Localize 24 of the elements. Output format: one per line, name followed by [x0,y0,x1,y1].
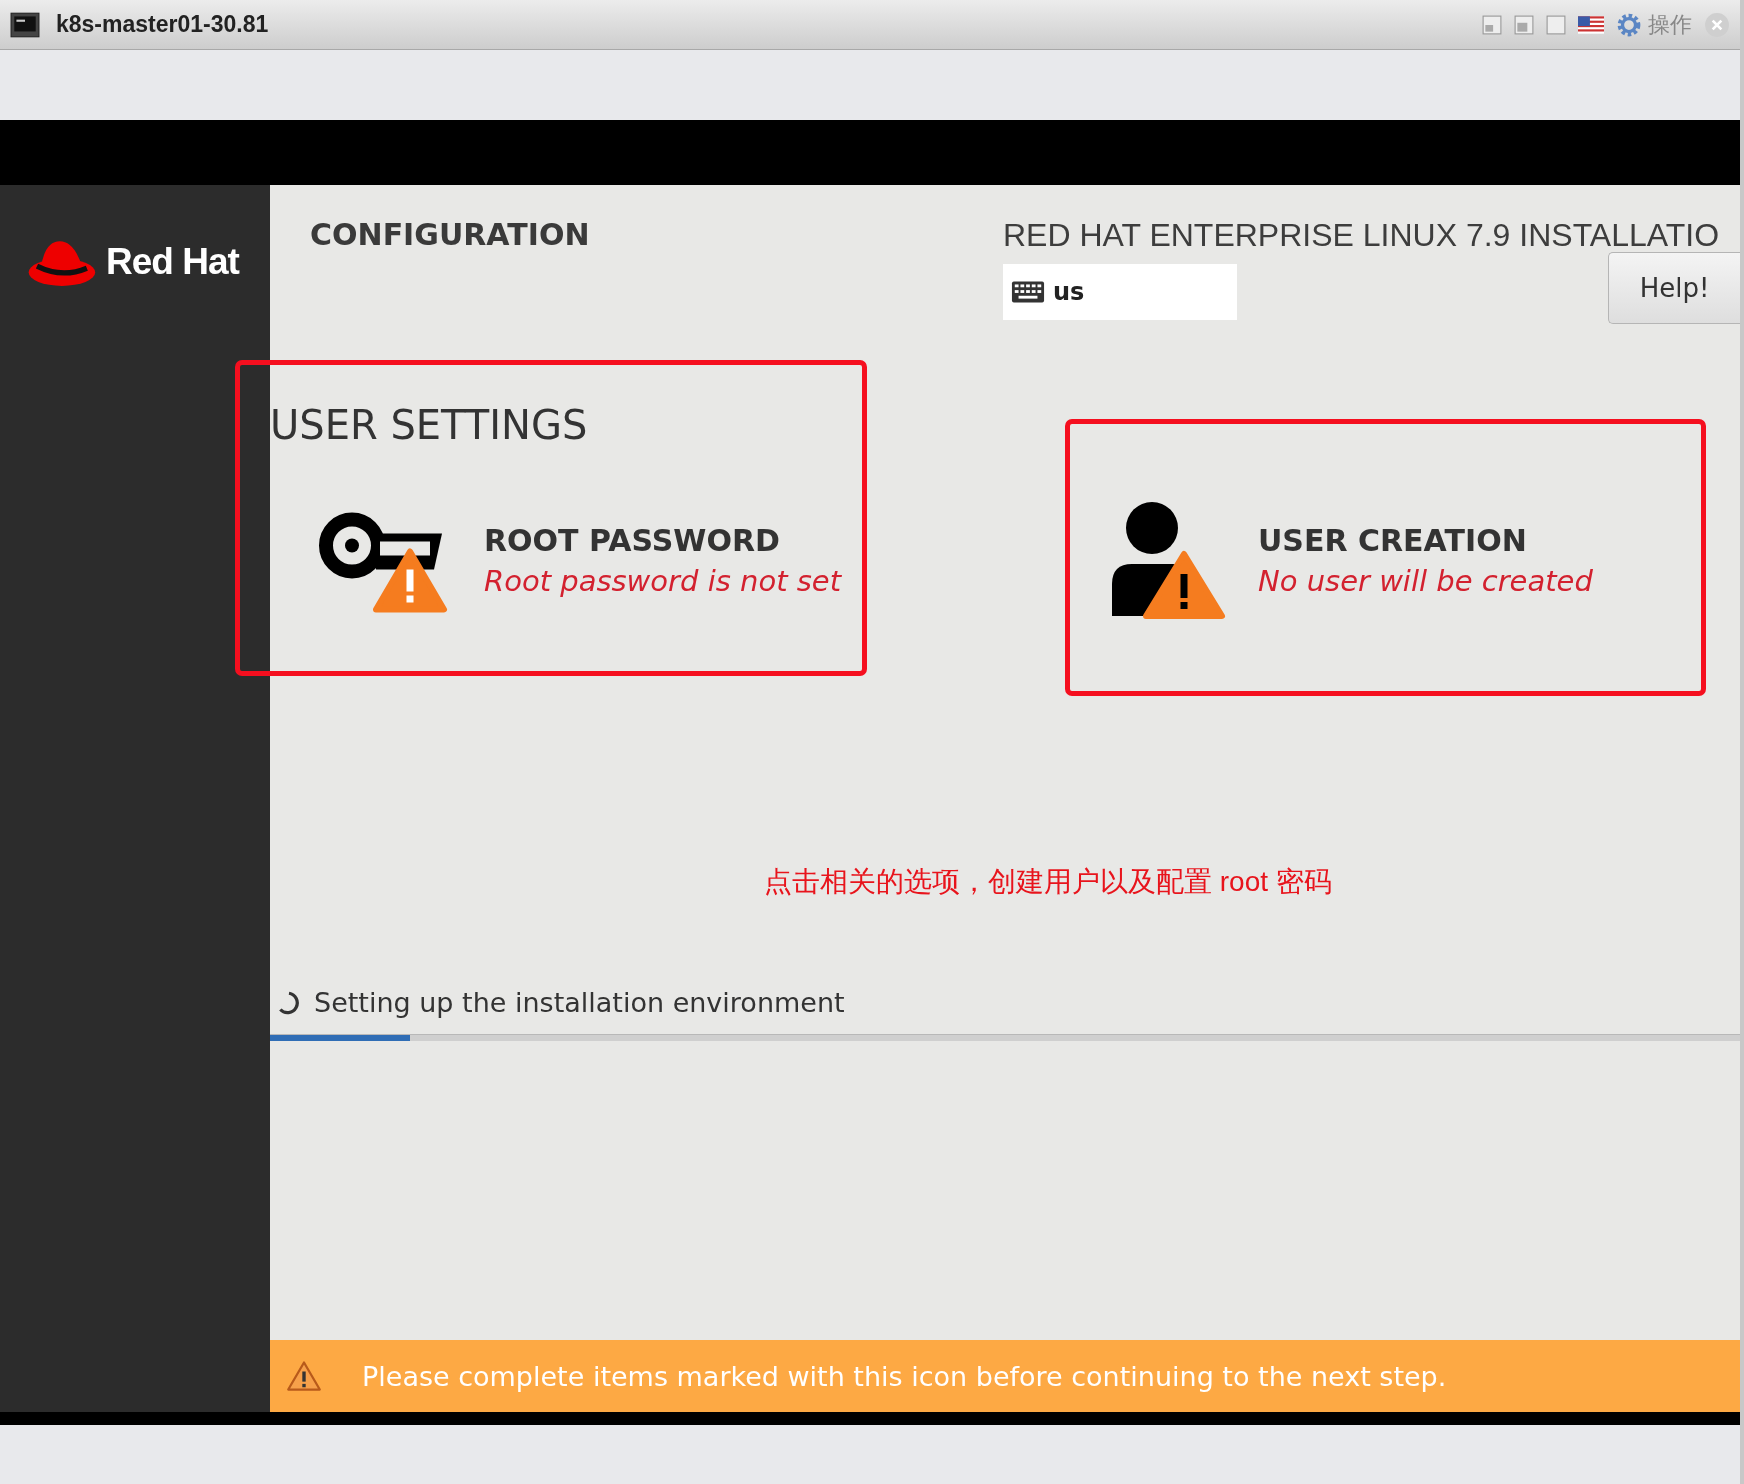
warning-icon [286,1360,322,1392]
category-title: USER SETTINGS [270,401,589,450]
window-title: k8s-master01-30.81 [56,11,269,38]
annotation-text: 点击相关的选项，创建用户以及配置 root 密码 [763,865,1333,899]
spinner-icon [276,989,302,1016]
progress-message: Setting up the installation environment [314,987,845,1018]
monitor-icon [10,11,40,38]
help-button[interactable]: Help! [1608,252,1740,324]
window-mode-icon[interactable] [1482,14,1502,35]
spoke-title[interactable]: ROOT PASSWORD [484,522,842,558]
keyboard-icon [1011,280,1045,304]
logo-text: Red Hat [106,241,239,283]
close-icon[interactable] [1704,11,1730,38]
settings-icon[interactable] [1616,11,1642,38]
product-title: RED HAT ENTERPRISE LINUX 7.9 INSTALLATIO [1003,217,1721,254]
window-mode-icon[interactable] [1514,14,1534,35]
warning-message: Please complete items marked with this icon before continuing to the next step. [362,1360,1447,1392]
section-title: CONFIGURATION [309,216,591,254]
maximize-icon[interactable] [1546,14,1566,35]
flag-icon[interactable] [1578,15,1604,34]
spoke-status: Root password is not set [484,563,842,598]
spoke-title[interactable]: USER CREATION [1258,522,1593,558]
keyboard-layout-field[interactable]: us [1003,264,1237,320]
spoke-status: No user will be created [1258,563,1593,598]
